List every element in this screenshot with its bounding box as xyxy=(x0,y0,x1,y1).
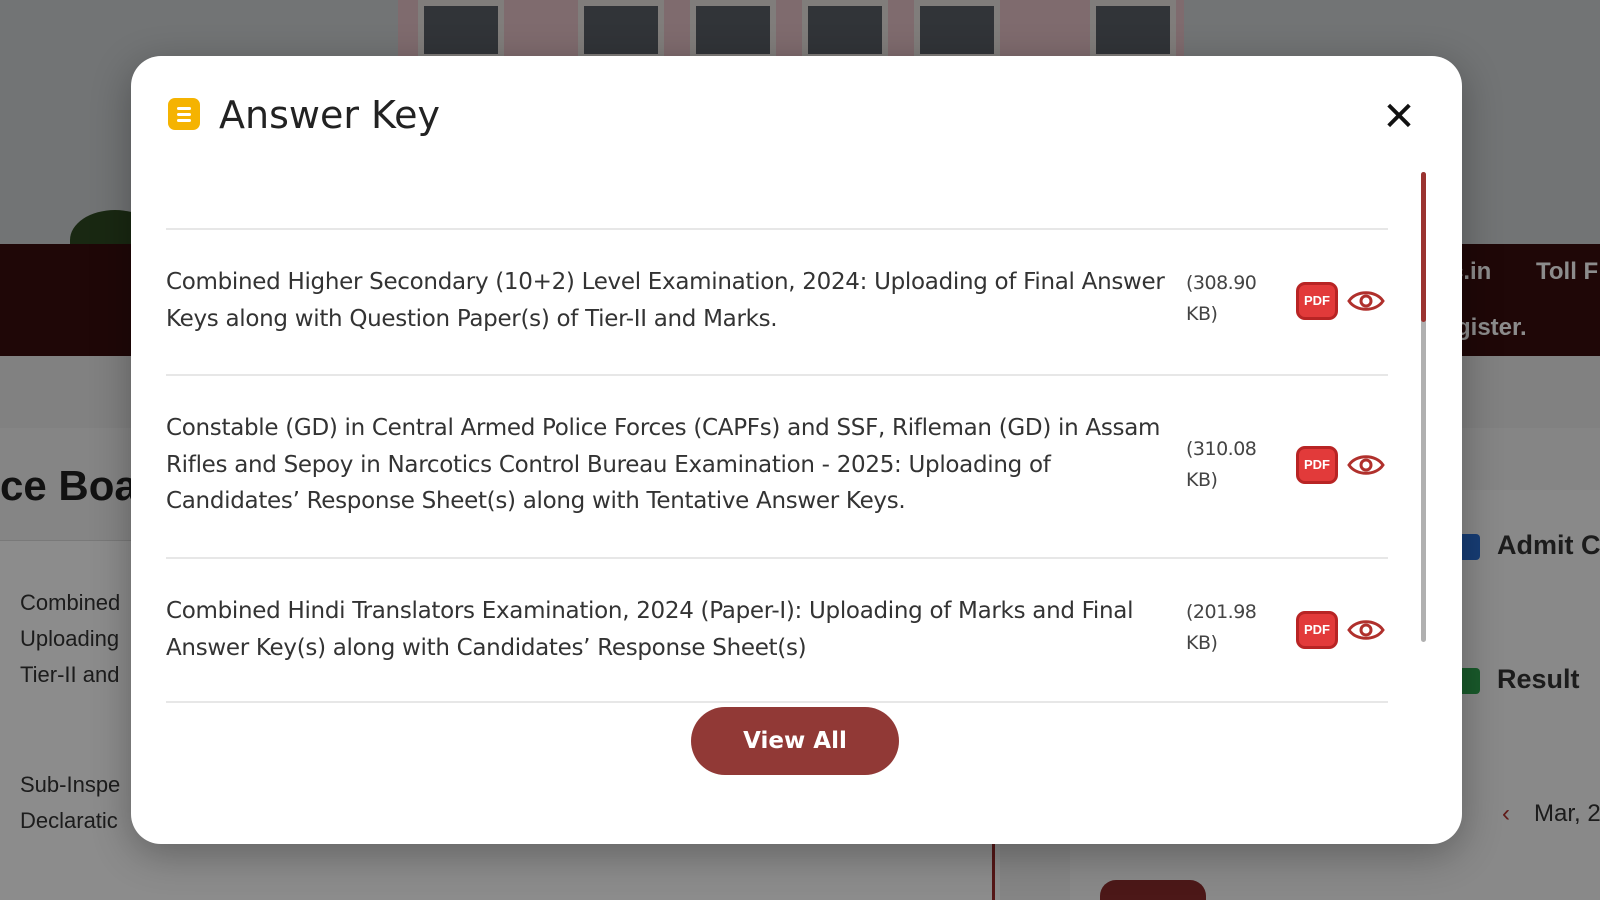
close-icon[interactable]: ✕ xyxy=(1376,94,1422,140)
file-size: (310.08 KB) xyxy=(1186,434,1266,496)
file-size-value: (308.90 xyxy=(1186,272,1257,294)
eye-view-icon[interactable] xyxy=(1347,450,1385,480)
eye-view-icon[interactable] xyxy=(1347,286,1385,316)
pdf-download-icon[interactable]: PDF xyxy=(1296,282,1338,320)
item-title: Combined Higher Secondary (10+2) Level E… xyxy=(166,269,1165,332)
list-item: Constable (GD) in Central Armed Police F… xyxy=(166,374,1388,557)
answer-key-modal: Answer Key ✕ Combined Higher Secondary (… xyxy=(131,56,1462,844)
pdf-download-icon[interactable]: PDF xyxy=(1296,446,1338,484)
file-size: (201.98 KB) xyxy=(1186,597,1266,659)
pdf-label: PDF xyxy=(1296,611,1338,649)
file-size-unit: KB) xyxy=(1186,303,1218,325)
scrollbar[interactable] xyxy=(1421,172,1426,642)
file-size: (308.90 KB) xyxy=(1186,268,1266,330)
item-title: Constable (GD) in Central Armed Police F… xyxy=(166,415,1161,514)
file-size-unit: KB) xyxy=(1186,469,1218,491)
modal-title: Answer Key xyxy=(219,93,440,137)
pdf-download-icon[interactable]: PDF xyxy=(1296,611,1338,649)
list-item: Combined Hindi Translators Examination, … xyxy=(166,557,1388,703)
file-size-unit: KB) xyxy=(1186,632,1218,654)
modal-header: Answer Key ✕ xyxy=(168,90,1422,150)
file-size-value: (310.08 xyxy=(1186,438,1257,460)
view-all-button[interactable]: View All xyxy=(691,707,899,775)
scrollbar-thumb[interactable] xyxy=(1421,172,1426,322)
answer-key-list: Combined Higher Secondary (10+2) Level E… xyxy=(166,172,1394,712)
list-item: Combined Higher Secondary (10+2) Level E… xyxy=(166,228,1388,374)
eye-view-icon[interactable] xyxy=(1347,615,1385,645)
document-list-icon xyxy=(168,98,200,130)
file-size-value: (201.98 xyxy=(1186,601,1257,623)
pdf-label: PDF xyxy=(1296,446,1338,484)
item-title: Combined Hindi Translators Examination, … xyxy=(166,598,1134,661)
pdf-label: PDF xyxy=(1296,282,1338,320)
